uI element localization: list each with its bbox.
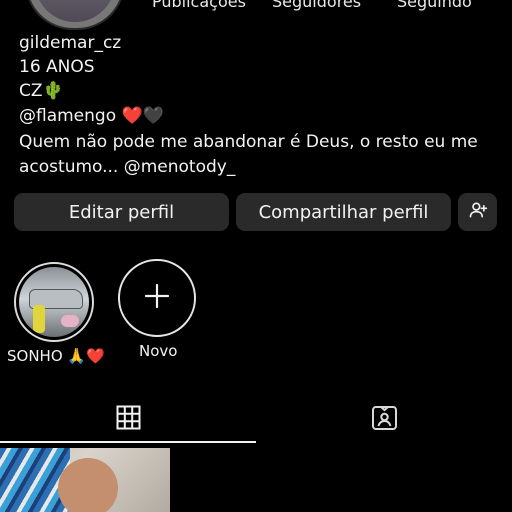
highlight-label-sonho: SONHO 🙏❤️ — [7, 347, 105, 365]
new-highlight-label: Novo — [139, 342, 178, 360]
share-profile-button[interactable]: Compartilhar perfil — [236, 193, 451, 231]
posts-stat-label[interactable]: Publicações — [152, 0, 246, 11]
post-thumbnail[interactable] — [0, 448, 170, 512]
plus-icon — [144, 283, 170, 313]
edit-profile-button[interactable]: Editar perfil — [14, 193, 229, 231]
add-person-icon — [468, 200, 488, 225]
discover-people-button[interactable] — [458, 193, 497, 231]
bio-line-mention[interactable]: acostumo... @menotody_ — [19, 156, 235, 178]
active-tab-indicator — [0, 441, 256, 443]
highlight-cover-image — [19, 267, 89, 337]
bio-line-team[interactable]: @flamengo ❤️🖤 — [19, 105, 164, 127]
profile-name: gildemar_cz — [19, 33, 122, 53]
followers-stat-label[interactable]: Seguidores — [272, 0, 361, 11]
bio-line-cz: CZ🌵 — [19, 81, 64, 101]
grid-icon — [116, 405, 141, 434]
following-stat-label[interactable]: Seguindo — [397, 0, 472, 11]
bio-line-quote: Quem não pode me abandonar é Deus, o res… — [19, 132, 478, 152]
profile-avatar[interactable] — [25, 0, 125, 30]
tab-posts-grid[interactable] — [116, 405, 141, 434]
highlight-sonho[interactable] — [14, 262, 94, 342]
bio-line-age: 16 ANOS — [19, 57, 95, 77]
new-highlight-button[interactable] — [118, 259, 196, 337]
tagged-icon — [371, 406, 398, 435]
tab-tagged[interactable] — [371, 404, 398, 435]
